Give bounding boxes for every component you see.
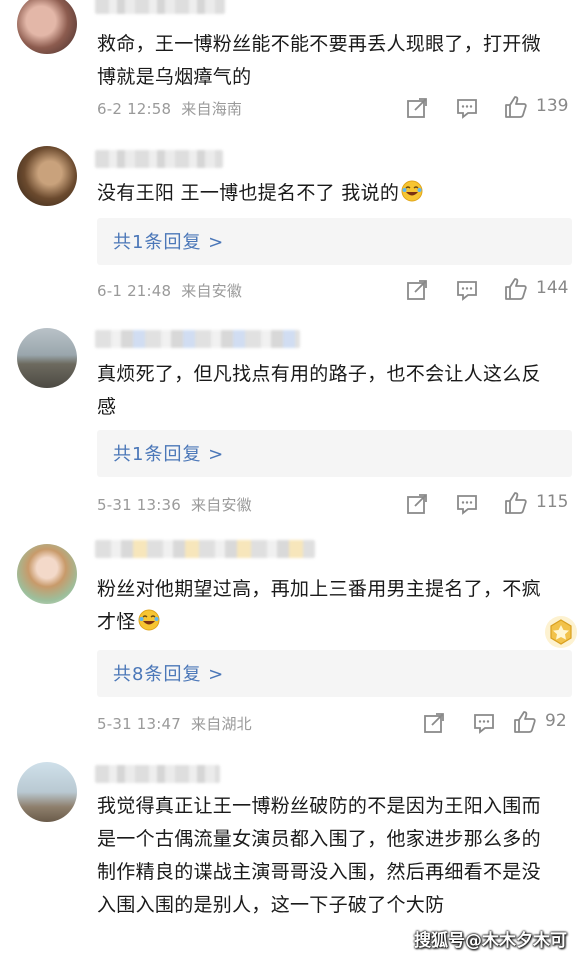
like-button[interactable]: 139	[504, 95, 574, 121]
comment-meta: 6-1 21:48 来自安徽	[97, 280, 242, 301]
comment-actions: 92	[423, 710, 571, 736]
comment-actions: 115	[406, 491, 571, 517]
view-replies-link[interactable]: 共1条回复 >	[113, 440, 224, 466]
comment-text-content: 没有王阳 王一博也提名不了 我说的	[97, 182, 400, 204]
comment-location: 来自安徽	[181, 282, 243, 300]
share-icon[interactable]	[406, 491, 428, 517]
comment-icon[interactable]	[456, 491, 478, 517]
comment-text-content: 粉丝对他期望过高，再加上三番用男主提名了，不疯才怪	[97, 578, 541, 633]
comment-icon[interactable]	[473, 710, 495, 736]
comment-time: 6-2 12:58	[97, 100, 172, 118]
avatar[interactable]	[17, 762, 77, 822]
comment-location: 来自安徽	[191, 496, 252, 514]
laugh-cry-emoji-icon	[401, 180, 423, 202]
comment-icon[interactable]	[456, 277, 478, 303]
comment-text: 真烦死了，但凡找点有用的路子，也不会让人这么反感	[97, 363, 541, 418]
username-blurred[interactable]	[95, 765, 220, 783]
comment-text: 没有王阳 王一博也提名不了 我说的	[97, 177, 559, 210]
comment-location: 来自湖北	[191, 715, 252, 733]
avatar[interactable]	[17, 146, 77, 206]
share-icon[interactable]	[423, 710, 445, 736]
like-icon	[505, 96, 527, 118]
like-button[interactable]: 144	[504, 277, 574, 303]
laugh-cry-emoji-icon	[138, 609, 160, 631]
medal-badge-icon	[545, 616, 577, 648]
comment-text: 粉丝对他期望过高，再加上三番用男主提名了，不疯才怪	[97, 573, 559, 639]
avatar[interactable]	[17, 0, 77, 54]
like-button[interactable]: 92	[513, 710, 573, 736]
like-count: 92	[545, 711, 567, 731]
comment-meta: 6-2 12:58 来自海南	[97, 98, 242, 119]
like-button[interactable]: 115	[504, 491, 574, 517]
username-blurred[interactable]	[95, 150, 223, 168]
comment-meta: 5-31 13:36 来自安徽	[97, 494, 252, 515]
reply-box: 共8条回复 >	[97, 650, 572, 697]
comment-time: 6-1 21:48	[97, 282, 172, 300]
comment-meta: 5-31 13:47 来自湖北	[97, 713, 252, 734]
comments-screen: { "comments": [ { "text": "救命，王一博粉丝能不能不要…	[0, 0, 581, 959]
comment-actions: 144	[406, 277, 571, 303]
comment-text: 救命，王一博粉丝能不能不要再丢人现眼了，打开微博就是乌烟瘴气的	[97, 33, 541, 88]
like-count: 115	[536, 492, 569, 512]
username-blurred[interactable]	[95, 330, 300, 348]
comment-time: 5-31 13:47	[97, 715, 182, 733]
view-replies-link[interactable]: 共1条回复 >	[113, 228, 224, 254]
comment-icon[interactable]	[456, 95, 478, 121]
username-blurred[interactable]	[95, 0, 225, 14]
like-count: 139	[536, 96, 569, 116]
comment-text: 我觉得真正让王一博粉丝破防的不是因为王阳入围而是一个古偶流量女演员都入围了，他家…	[97, 795, 541, 916]
avatar[interactable]	[17, 328, 77, 388]
comment-time: 5-31 13:36	[97, 496, 182, 514]
avatar[interactable]	[17, 544, 77, 604]
share-icon[interactable]	[406, 95, 428, 121]
view-replies-link[interactable]: 共8条回复 >	[113, 660, 224, 686]
reply-box: 共1条回复 >	[97, 430, 572, 477]
comment-actions: 139	[406, 95, 571, 121]
share-icon[interactable]	[406, 277, 428, 303]
username-blurred[interactable]	[95, 540, 315, 558]
reply-box: 共1条回复 >	[97, 218, 572, 265]
comment-location: 来自海南	[181, 100, 243, 118]
like-icon	[514, 711, 536, 733]
like-icon	[505, 492, 527, 514]
watermark: 搜狐号@木木夕木可	[414, 931, 567, 951]
like-count: 144	[536, 278, 569, 298]
like-icon	[505, 278, 527, 300]
